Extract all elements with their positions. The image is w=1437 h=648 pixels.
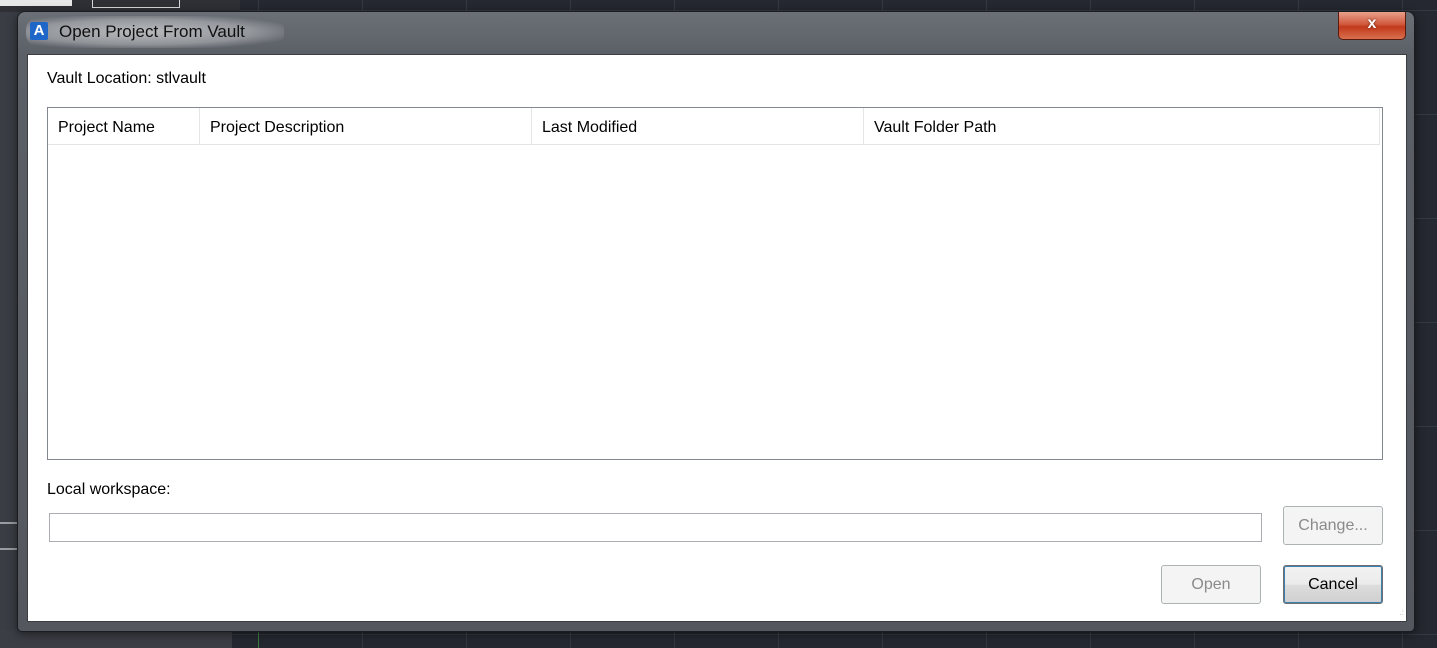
open-project-dialog: A Open Project From Vault x Vault Locati… [18, 12, 1414, 631]
projects-list-header: Project Name Project Description Last Mo… [48, 108, 1380, 145]
close-icon: x [1367, 15, 1377, 32]
dialog-client-area: Vault Location: stlvault Project Name Pr… [27, 54, 1407, 622]
background-status-strip [0, 630, 232, 648]
local-workspace-label: Local workspace: [47, 481, 171, 498]
change-button[interactable]: Change... [1283, 506, 1383, 545]
autodesk-a-icon[interactable]: A [30, 22, 48, 40]
cancel-button[interactable]: Cancel [1283, 565, 1383, 604]
column-header-project-name[interactable]: Project Name [48, 108, 200, 144]
local-workspace-input[interactable] [49, 513, 1262, 542]
projects-list-view[interactable]: Project Name Project Description Last Mo… [47, 107, 1383, 460]
close-button[interactable]: x [1338, 12, 1406, 40]
column-header-last-modified[interactable]: Last Modified [532, 108, 864, 144]
dialog-titlebar[interactable]: A Open Project From Vault x [18, 12, 1414, 54]
column-header-project-description[interactable]: Project Description [200, 108, 532, 144]
open-button[interactable]: Open [1161, 565, 1261, 604]
resize-grip-icon[interactable]: .: [1394, 609, 1404, 619]
column-header-vault-folder-path[interactable]: Vault Folder Path [864, 108, 1380, 144]
dialog-title: Open Project From Vault [59, 22, 245, 41]
vault-location-label: Vault Location: stlvault [47, 70, 206, 87]
background-toolbar [0, 0, 240, 12]
